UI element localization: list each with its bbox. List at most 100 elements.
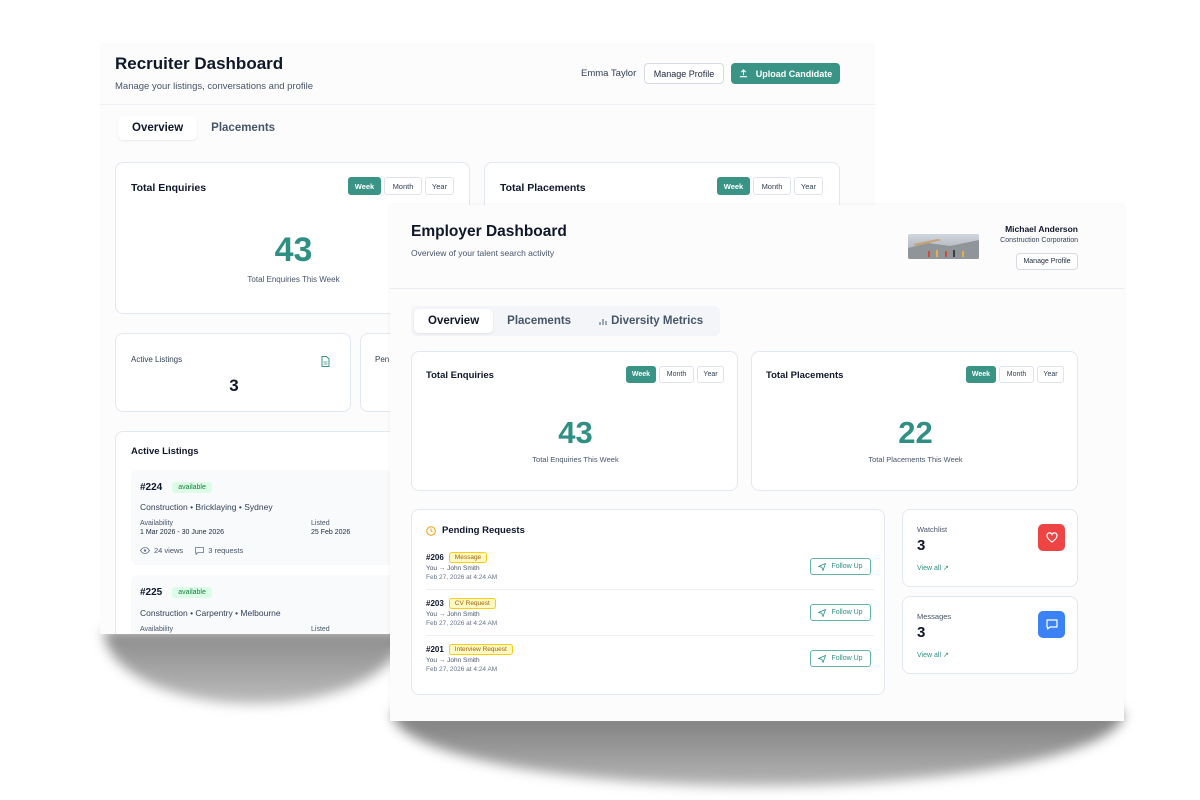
- pending-requests-card: Pending Requests #206 Message You → John…: [411, 509, 885, 695]
- header-divider: [100, 104, 875, 105]
- clock-icon: [426, 525, 436, 536]
- card-title: Total Placements: [766, 370, 844, 381]
- manage-profile-button[interactable]: Manage Profile: [1016, 253, 1078, 270]
- request-time: Feb 27, 2026 at 4:24 AM: [426, 574, 498, 581]
- period-toggle: Week Month Year: [717, 177, 823, 195]
- follow-up-button[interactable]: Follow Up: [810, 650, 871, 667]
- listed-label: Listed: [311, 520, 330, 527]
- request-row: #206 Message You → John Smith Feb 27, 20…: [426, 550, 874, 590]
- enquiries-caption: Total Enquiries This Week: [532, 455, 619, 464]
- listing-item[interactable]: #225 available Construction • Carpentry …: [131, 575, 416, 634]
- total-enquiries-card: Total Enquiries Week Month Year 43 Total…: [411, 351, 738, 491]
- request-id: #201: [426, 645, 444, 654]
- document-icon: [321, 356, 330, 367]
- period-toggle: Week Month Year: [348, 177, 454, 195]
- eye-icon: [140, 547, 150, 554]
- request-time: Feb 27, 2026 at 4:24 AM: [426, 666, 498, 673]
- request-row: #201 Interview Request You → John Smith …: [426, 642, 874, 682]
- request-id: #203: [426, 599, 444, 608]
- tab-diversity-metrics[interactable]: Diversity Metrics: [585, 309, 717, 333]
- period-year[interactable]: Year: [425, 177, 454, 195]
- heart-icon: [1038, 524, 1065, 551]
- availability-label: Availability: [140, 626, 173, 633]
- period-toggle: Week Month Year: [966, 366, 1064, 383]
- view-all-link[interactable]: View all ↗: [917, 564, 949, 572]
- card-title: Pending Requests: [442, 525, 525, 536]
- tab-overview[interactable]: Overview: [118, 116, 198, 140]
- messages-card: Messages 3 View all ↗: [902, 596, 1078, 674]
- user-name: Emma Taylor: [581, 68, 637, 79]
- stat-label: Watchlist: [917, 525, 948, 534]
- stat-label: Messages: [917, 612, 952, 621]
- listing-id: #224: [140, 482, 163, 493]
- request-type-badge: CV Request: [448, 598, 496, 609]
- listing-category: Construction • Carpentry • Melbourne: [140, 608, 281, 618]
- period-year[interactable]: Year: [1037, 366, 1064, 383]
- tab-placements[interactable]: Placements: [493, 309, 585, 333]
- stat-label: Pen: [375, 355, 390, 364]
- follow-up-button[interactable]: Follow Up: [810, 604, 871, 621]
- send-icon: [818, 654, 827, 663]
- request-route: You → John Smith: [426, 565, 480, 572]
- period-month[interactable]: Month: [753, 177, 791, 195]
- recruiter-tabs: Overview Placements: [115, 113, 292, 143]
- header-divider: [390, 288, 1124, 289]
- period-year[interactable]: Year: [794, 177, 823, 195]
- tab-overview[interactable]: Overview: [414, 309, 494, 333]
- listing-item[interactable]: #224 available Construction • Bricklayin…: [131, 470, 416, 565]
- employer-tabs: Overview Placements Diversity Metrics: [411, 306, 721, 336]
- request-id: #206: [426, 553, 444, 562]
- page-subtitle: Manage your listings, conversations and …: [115, 81, 314, 92]
- page-shadow-back: [104, 630, 404, 704]
- period-month[interactable]: Month: [999, 366, 1034, 383]
- view-all-link[interactable]: View all ↗: [917, 651, 949, 659]
- active-listings-card: Active Listings #224 available Construct…: [115, 431, 416, 634]
- request-route: You → John Smith: [426, 657, 480, 664]
- status-badge: available: [172, 482, 212, 493]
- request-type-badge: Message: [448, 552, 488, 563]
- status-badge: available: [172, 587, 212, 598]
- upload-candidate-label: Upload Candidate: [755, 68, 833, 79]
- stat-value: 3: [917, 624, 926, 641]
- company-name: Construction Corporation: [1000, 237, 1078, 244]
- total-placements-card: Total Placements Week Month Year 22 Tota…: [751, 351, 1078, 491]
- request-row: #203 CV Request You → John Smith Feb 27,…: [426, 596, 874, 636]
- request-route: You → John Smith: [426, 611, 480, 618]
- period-week[interactable]: Week: [717, 177, 750, 195]
- upload-icon: [739, 69, 747, 78]
- enquiries-value: 43: [558, 415, 593, 450]
- requests-count: 3 requests: [208, 546, 244, 555]
- period-month[interactable]: Month: [384, 177, 422, 195]
- period-year[interactable]: Year: [697, 366, 724, 383]
- placements-caption: Total Placements This Week: [868, 455, 963, 464]
- period-month[interactable]: Month: [659, 366, 694, 383]
- card-title: Total Enquiries: [131, 182, 207, 194]
- active-listings-stat-card: Active Listings 3: [115, 333, 351, 412]
- period-week[interactable]: Week: [966, 366, 996, 383]
- card-title: Total Enquiries: [426, 370, 494, 381]
- card-title: Total Placements: [500, 182, 586, 194]
- availability-value: 1 Mar 2026 - 30 June 2026: [140, 529, 225, 536]
- upload-candidate-button[interactable]: Upload Candidate: [731, 63, 840, 84]
- card-title: Active Listings: [131, 446, 199, 457]
- send-icon: [818, 608, 827, 617]
- request-time: Feb 27, 2026 at 4:24 AM: [426, 620, 498, 627]
- period-toggle: Week Month Year: [626, 366, 724, 383]
- manage-profile-button[interactable]: Manage Profile: [644, 63, 724, 84]
- send-icon: [818, 562, 827, 571]
- stat-value: 3: [917, 537, 926, 554]
- listing-id: #225: [140, 587, 163, 598]
- company-photo: [908, 234, 979, 259]
- employer-dashboard: Employer Dashboard Overview of your tale…: [390, 205, 1124, 721]
- stat-value: 3: [229, 376, 239, 395]
- listed-label: Listed: [311, 626, 330, 633]
- follow-up-button[interactable]: Follow Up: [810, 558, 871, 575]
- availability-label: Availability: [140, 520, 173, 527]
- tab-placements[interactable]: Placements: [197, 116, 289, 140]
- message-icon: [1038, 611, 1065, 638]
- placements-value: 22: [898, 415, 933, 450]
- bar-chart-icon: [599, 319, 607, 325]
- period-week[interactable]: Week: [348, 177, 381, 195]
- period-week[interactable]: Week: [626, 366, 656, 383]
- page-shadow-front: [392, 712, 1124, 786]
